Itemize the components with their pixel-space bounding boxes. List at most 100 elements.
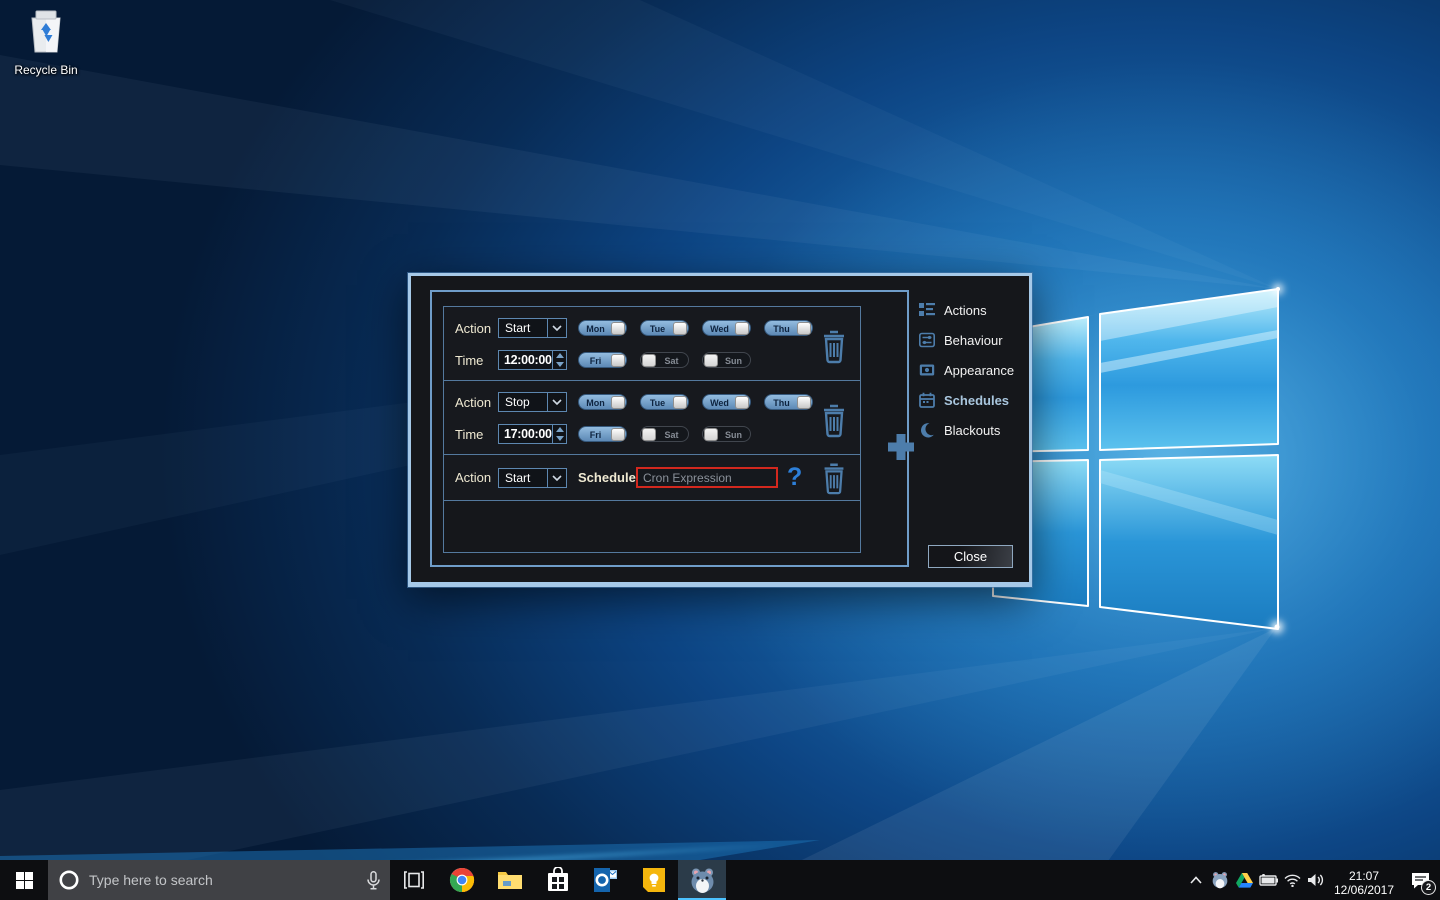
day-toggle-sat[interactable]: Sat (640, 426, 689, 442)
search-placeholder: Type here to search (89, 872, 358, 888)
time-input[interactable]: 17:00:00 (498, 424, 567, 444)
menu-label: Schedules (944, 393, 1009, 408)
time-label: Time (455, 353, 483, 369)
day-toggle-wed[interactable]: Wed (702, 394, 751, 410)
menu-item-behaviour[interactable]: Behaviour (919, 325, 1019, 355)
time-spinner (552, 351, 566, 369)
taskbar-search-input[interactable]: Type here to search (48, 860, 390, 900)
day-toggle-mon[interactable]: Mon (578, 394, 627, 410)
chevron-down-icon (547, 319, 566, 337)
appearance-icon (919, 362, 935, 378)
schedule-label: Schedule (578, 470, 636, 486)
help-icon[interactable]: ? (787, 463, 802, 491)
delete-row-button[interactable] (820, 402, 848, 438)
time-value: 12:00:00 (499, 351, 552, 369)
outlook-icon (593, 868, 619, 892)
menu-label: Behaviour (944, 333, 1003, 348)
add-schedule-button[interactable] (884, 431, 918, 463)
taskbar-app-outlook[interactable] (582, 860, 630, 900)
behaviour-icon (919, 332, 935, 348)
store-icon (546, 867, 570, 893)
schedule-row: Action Start Mon Tue Wed Thu Time (444, 307, 860, 381)
time-label: Time (455, 427, 483, 443)
hamster-app-icon (689, 867, 716, 894)
close-button-label: Close (954, 549, 987, 564)
moon-icon (919, 422, 935, 438)
file-explorer-icon (497, 869, 523, 891)
action-label: Action (455, 321, 491, 337)
day-toggle-wed[interactable]: Wed (702, 320, 751, 336)
plus-icon (886, 432, 916, 462)
menu-item-blackouts[interactable]: Blackouts (919, 415, 1019, 445)
tray-volume-icon[interactable] (1304, 860, 1328, 900)
action-label: Action (455, 470, 491, 486)
chrome-icon (449, 867, 475, 893)
time-value: 17:00:00 (499, 425, 552, 443)
action-dropdown[interactable]: Stop (498, 392, 567, 412)
close-button[interactable]: Close (928, 545, 1013, 568)
day-toggle-fri[interactable]: Fri (578, 352, 627, 368)
spin-down-icon[interactable] (553, 434, 566, 443)
tray-chevron-up-icon[interactable] (1184, 860, 1208, 900)
taskbar-app-keep[interactable] (630, 860, 678, 900)
schedule-row-cron: Action Start Schedule ? (444, 455, 860, 501)
tray-wifi-icon[interactable] (1280, 860, 1304, 900)
action-dropdown[interactable]: Start (498, 468, 567, 488)
schedule-row: Action Stop Mon Tue Wed Thu Time (444, 381, 860, 455)
menu-item-appearance[interactable]: Appearance (919, 355, 1019, 385)
task-view-icon (404, 871, 424, 889)
tray-battery-icon[interactable] (1256, 860, 1280, 900)
clock-time: 21:07 (1328, 869, 1400, 883)
menu-label: Actions (944, 303, 987, 318)
spin-up-icon[interactable] (553, 425, 566, 434)
delete-row-button[interactable] (820, 328, 848, 364)
chevron-down-icon (547, 393, 566, 411)
trash-icon (820, 402, 848, 438)
taskbar-clock[interactable]: 21:07 12/06/2017 (1328, 864, 1400, 897)
cron-expression-input[interactable] (636, 467, 778, 488)
windows-logo-icon (16, 872, 33, 889)
recycle-bin-icon (24, 8, 68, 56)
tray-hamster-icon[interactable] (1208, 860, 1232, 900)
start-button[interactable] (0, 860, 48, 900)
day-toggle-fri[interactable]: Fri (578, 426, 627, 442)
chevron-down-icon (547, 469, 566, 487)
taskbar-app-chrome[interactable] (438, 860, 486, 900)
action-dropdown-value: Stop (499, 393, 547, 411)
tray-google-drive-icon[interactable] (1232, 860, 1256, 900)
microphone-icon[interactable] (367, 871, 380, 890)
recycle-bin-shortcut[interactable]: Recycle Bin (8, 8, 84, 77)
schedule-rows-list: Action Start Mon Tue Wed Thu Time (443, 306, 861, 553)
task-view-button[interactable] (390, 860, 438, 900)
day-toggle-sat[interactable]: Sat (640, 352, 689, 368)
day-toggle-tue[interactable]: Tue (640, 394, 689, 410)
taskbar-app-store[interactable] (534, 860, 582, 900)
delete-row-button[interactable] (820, 461, 848, 497)
taskbar-app-hamster-active[interactable] (678, 860, 726, 900)
day-toggle-mon[interactable]: Mon (578, 320, 627, 336)
action-dropdown-value: Start (499, 319, 547, 337)
settings-menu: Actions Behaviour Appe (919, 295, 1019, 445)
day-toggle-sun[interactable]: Sun (702, 426, 751, 442)
taskbar-app-file-explorer[interactable] (486, 860, 534, 900)
time-input[interactable]: 12:00:00 (498, 350, 567, 370)
menu-item-schedules[interactable]: Schedules (919, 385, 1019, 415)
trash-icon (820, 461, 848, 495)
time-spinner (552, 425, 566, 443)
spin-up-icon[interactable] (553, 351, 566, 360)
taskbar: Type here to search (0, 860, 1440, 900)
schedules-icon (919, 392, 935, 408)
action-dropdown[interactable]: Start (498, 318, 567, 338)
day-toggle-thu[interactable]: Thu (764, 394, 813, 410)
menu-label: Blackouts (944, 423, 1000, 438)
schedules-panel: Action Start Mon Tue Wed Thu Time (430, 290, 909, 567)
actions-icon (919, 302, 935, 318)
day-toggle-sun[interactable]: Sun (702, 352, 751, 368)
notification-badge: 2 (1421, 880, 1436, 895)
day-toggle-tue[interactable]: Tue (640, 320, 689, 336)
menu-item-actions[interactable]: Actions (919, 295, 1019, 325)
action-center-button[interactable]: 2 (1400, 860, 1440, 900)
spin-down-icon[interactable] (553, 360, 566, 369)
day-toggle-thu[interactable]: Thu (764, 320, 813, 336)
system-tray: 21:07 12/06/2017 2 (1184, 860, 1440, 900)
